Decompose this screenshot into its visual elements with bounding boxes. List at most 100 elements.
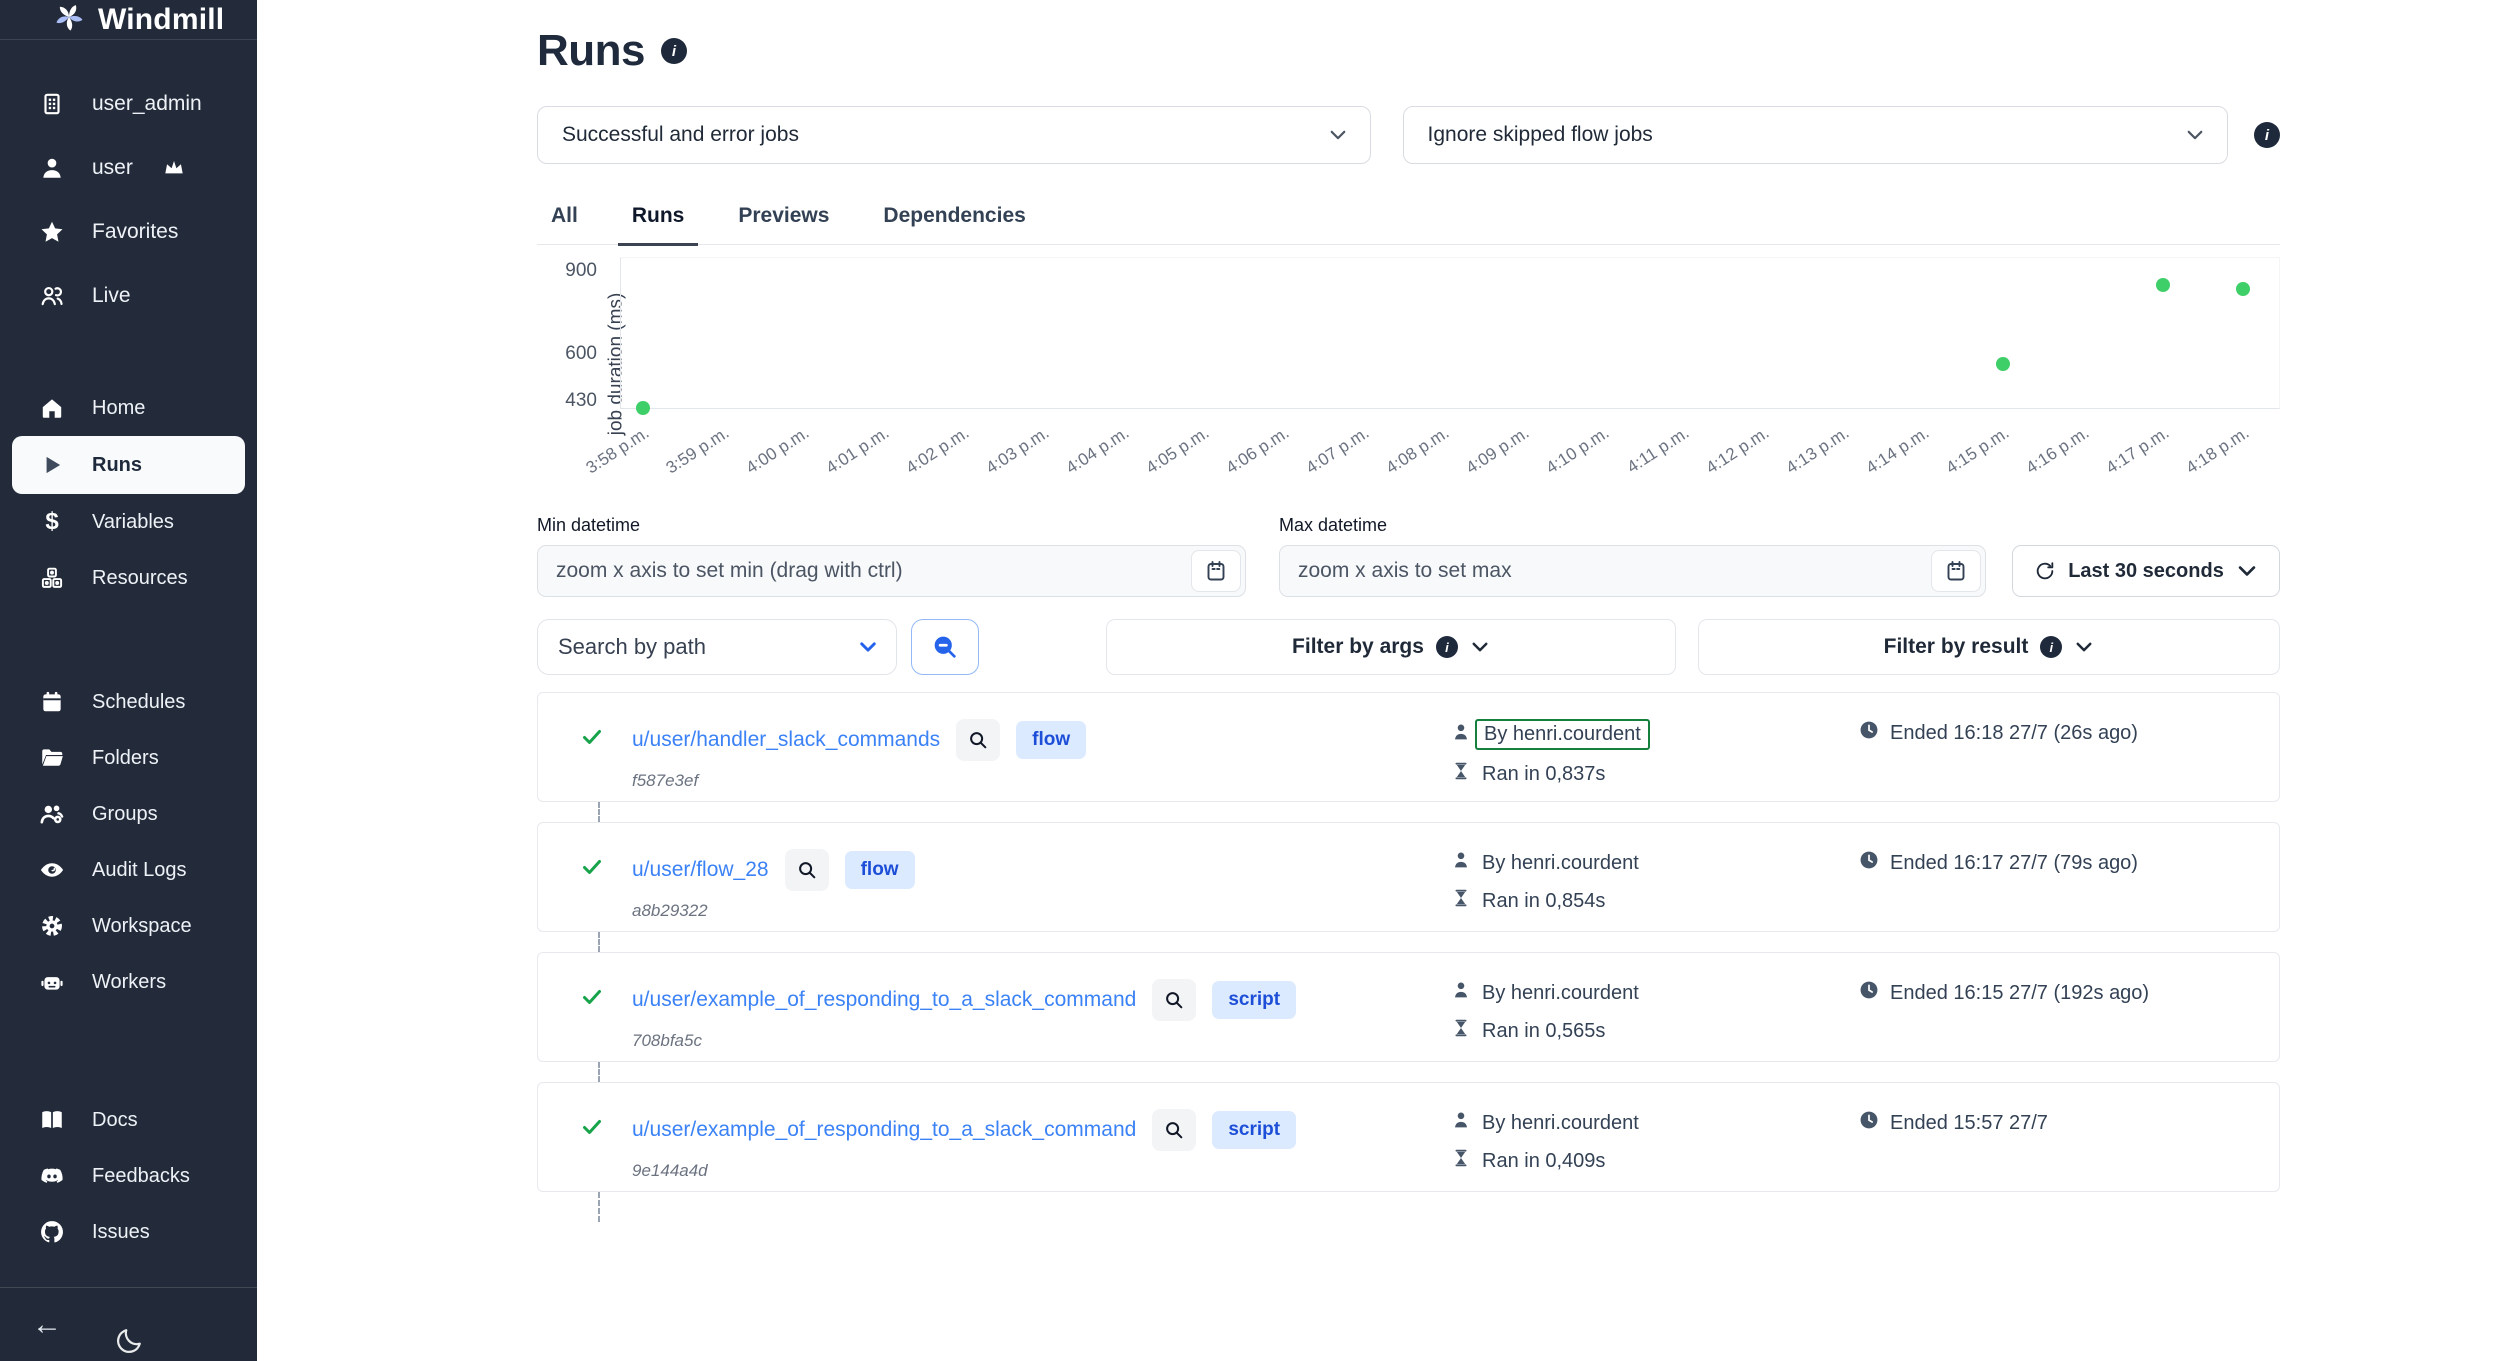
run-row[interactable]: u/user/handler_slack_commandsflowf587e3e…: [537, 692, 2280, 802]
run-inspect-button[interactable]: [1152, 979, 1196, 1021]
chevron-down-icon: [2236, 560, 2258, 582]
hourglass-icon: [1450, 760, 1472, 788]
sidebar-item-favorites[interactable]: Favorites: [0, 200, 257, 264]
crown-icon: [159, 155, 187, 181]
run-row[interactable]: u/user/flow_28flowa8b29322By henri.courd…: [537, 822, 2280, 932]
search-by-path-select[interactable]: Search by path: [537, 619, 897, 675]
run-by: By henri.courdent: [1475, 719, 1650, 750]
tab-previews[interactable]: Previews: [724, 204, 843, 244]
sidebar-item-workers[interactable]: Workers: [0, 954, 257, 1010]
calendar-icon: [1944, 559, 1968, 583]
run-timeline-connector: [598, 1062, 2280, 1082]
clock-icon: [1858, 719, 1880, 741]
home-icon: [38, 395, 66, 421]
hourglass-icon: [1450, 1147, 1472, 1169]
time-range-button[interactable]: Last 30 seconds: [2012, 545, 2280, 597]
max-datetime-input[interactable]: [1279, 545, 1986, 597]
sidebar-item-live[interactable]: Live: [0, 264, 257, 328]
sidebar-item-workspace[interactable]: Workspace: [0, 898, 257, 954]
chart-plot-area[interactable]: [620, 257, 2280, 409]
sidebar-item-audit-logs[interactable]: Audit Logs: [0, 842, 257, 898]
tab-dependencies[interactable]: Dependencies: [869, 204, 1039, 244]
filter-by-args-button[interactable]: Filter by args i: [1106, 619, 1676, 675]
run-kind-badge: script: [1212, 981, 1296, 1019]
sidebar-item-folders[interactable]: Folders: [0, 730, 257, 786]
sidebar-item-groups[interactable]: Groups: [0, 786, 257, 842]
sidebar-admin-section: Schedules FoldersGroupsAudit LogsWorkspac…: [0, 666, 257, 1018]
sidebar-item-feedbacks[interactable]: Feedbacks: [0, 1148, 257, 1204]
chart-data-point: [1996, 357, 2010, 371]
chart-y-tick: 900: [537, 260, 597, 282]
flow-jobs-info-icon[interactable]: i: [2254, 122, 2280, 148]
run-meta-col: By henri.courdentRan in 0,854s: [1450, 849, 1858, 931]
run-path-link[interactable]: u/user/example_of_responding_to_a_slack_…: [632, 1118, 1136, 1142]
run-row[interactable]: u/user/example_of_responding_to_a_slack_…: [537, 952, 2280, 1062]
tab-all[interactable]: All: [537, 204, 592, 244]
run-inspect-button[interactable]: [1152, 1109, 1196, 1151]
magnifier-icon: [967, 729, 989, 751]
person-icon: [1450, 721, 1472, 743]
run-duration: Ran in 0,409s: [1482, 1150, 1605, 1173]
sidebar-collapse[interactable]: ←: [0, 1287, 257, 1361]
max-datetime-calendar-button[interactable]: [1931, 550, 1981, 592]
runs-list: u/user/handler_slack_commandsflowf587e3e…: [537, 692, 2280, 1222]
sidebar-item-user-admin[interactable]: user_admin: [0, 72, 257, 136]
brand-name: Windmill: [98, 3, 224, 37]
clock-icon: [1858, 1109, 1880, 1131]
run-inspect-button[interactable]: [956, 719, 1000, 761]
run-duration: Ran in 0,854s: [1482, 890, 1605, 913]
search-button[interactable]: [911, 619, 979, 675]
sidebar-item-schedules[interactable]: Schedules: [0, 674, 257, 730]
magnifier-icon: [1163, 989, 1185, 1011]
chart-data-point: [636, 401, 650, 415]
logo-row[interactable]: Windmill: [0, 0, 257, 40]
sidebar-item-runs[interactable]: Runs: [12, 436, 245, 494]
run-path-link[interactable]: u/user/flow_28: [632, 858, 769, 882]
sidebar-item-variables[interactable]: $Variables: [0, 494, 257, 550]
sidebar-item-issues[interactable]: Issues: [0, 1204, 257, 1260]
sidebar-item-label: Runs: [92, 454, 142, 477]
run-timeline-connector: [598, 1192, 2280, 1222]
max-datetime-label: Max datetime: [1279, 515, 1986, 536]
sidebar-item-docs[interactable]: Docs: [0, 1092, 257, 1148]
magnifier-icon: [1163, 1119, 1185, 1141]
calendar-icon: [38, 689, 66, 715]
tab-runs[interactable]: Runs: [618, 204, 699, 244]
main-area: Runs i Successful and error jobs Ignore …: [257, 0, 2500, 1361]
star-icon: [38, 219, 66, 245]
person-icon: [1450, 1109, 1472, 1131]
min-datetime-label: Min datetime: [537, 515, 1246, 536]
chart-y-tick: 600: [537, 343, 597, 365]
refresh-icon: [2034, 560, 2056, 582]
sidebar-item-label: Feedbacks: [92, 1165, 190, 1188]
flow-jobs-select[interactable]: Ignore skipped flow jobs: [1403, 106, 2229, 164]
cubes-icon: [38, 565, 66, 591]
run-job-id: 708bfa5c: [632, 1031, 1450, 1051]
min-datetime-calendar-button[interactable]: [1191, 550, 1241, 592]
calendar-icon: [1204, 559, 1228, 583]
clock-icon: [1858, 979, 1880, 1007]
min-datetime-input[interactable]: [537, 545, 1246, 597]
clock-icon: [1858, 849, 1880, 877]
person-icon: [1450, 849, 1472, 877]
sidebar-item-home[interactable]: Home: [0, 380, 257, 436]
run-status-success: [580, 1109, 632, 1191]
book-icon: [38, 1107, 66, 1133]
sidebar-item-label: Docs: [92, 1109, 138, 1132]
success-check-icon: [580, 725, 604, 749]
person-icon: [1450, 1109, 1472, 1137]
run-path-link[interactable]: u/user/example_of_responding_to_a_slack_…: [632, 988, 1136, 1012]
run-meta-col: By henri.courdentRan in 0,837s: [1450, 719, 1858, 801]
sidebar-item-user[interactable]: user: [0, 136, 257, 200]
job-status-select[interactable]: Successful and error jobs: [537, 106, 1371, 164]
filter-by-result-button[interactable]: Filter by result i: [1698, 619, 2280, 675]
sidebar-item-resources[interactable]: Resources: [0, 550, 257, 606]
runs-info-icon[interactable]: i: [661, 38, 687, 64]
sidebar-external-section: Docs Feedbacks Issues: [0, 1084, 257, 1268]
sidebar-item-label: Favorites: [92, 220, 178, 244]
run-path-link[interactable]: u/user/handler_slack_commands: [632, 728, 940, 752]
sidebar-item-label: Schedules: [92, 691, 185, 714]
run-row[interactable]: u/user/example_of_responding_to_a_slack_…: [537, 1082, 2280, 1192]
duration-chart[interactable]: job duration (ms) 900600430 3:58 p.m.3:5…: [537, 249, 2280, 489]
run-inspect-button[interactable]: [785, 849, 829, 891]
